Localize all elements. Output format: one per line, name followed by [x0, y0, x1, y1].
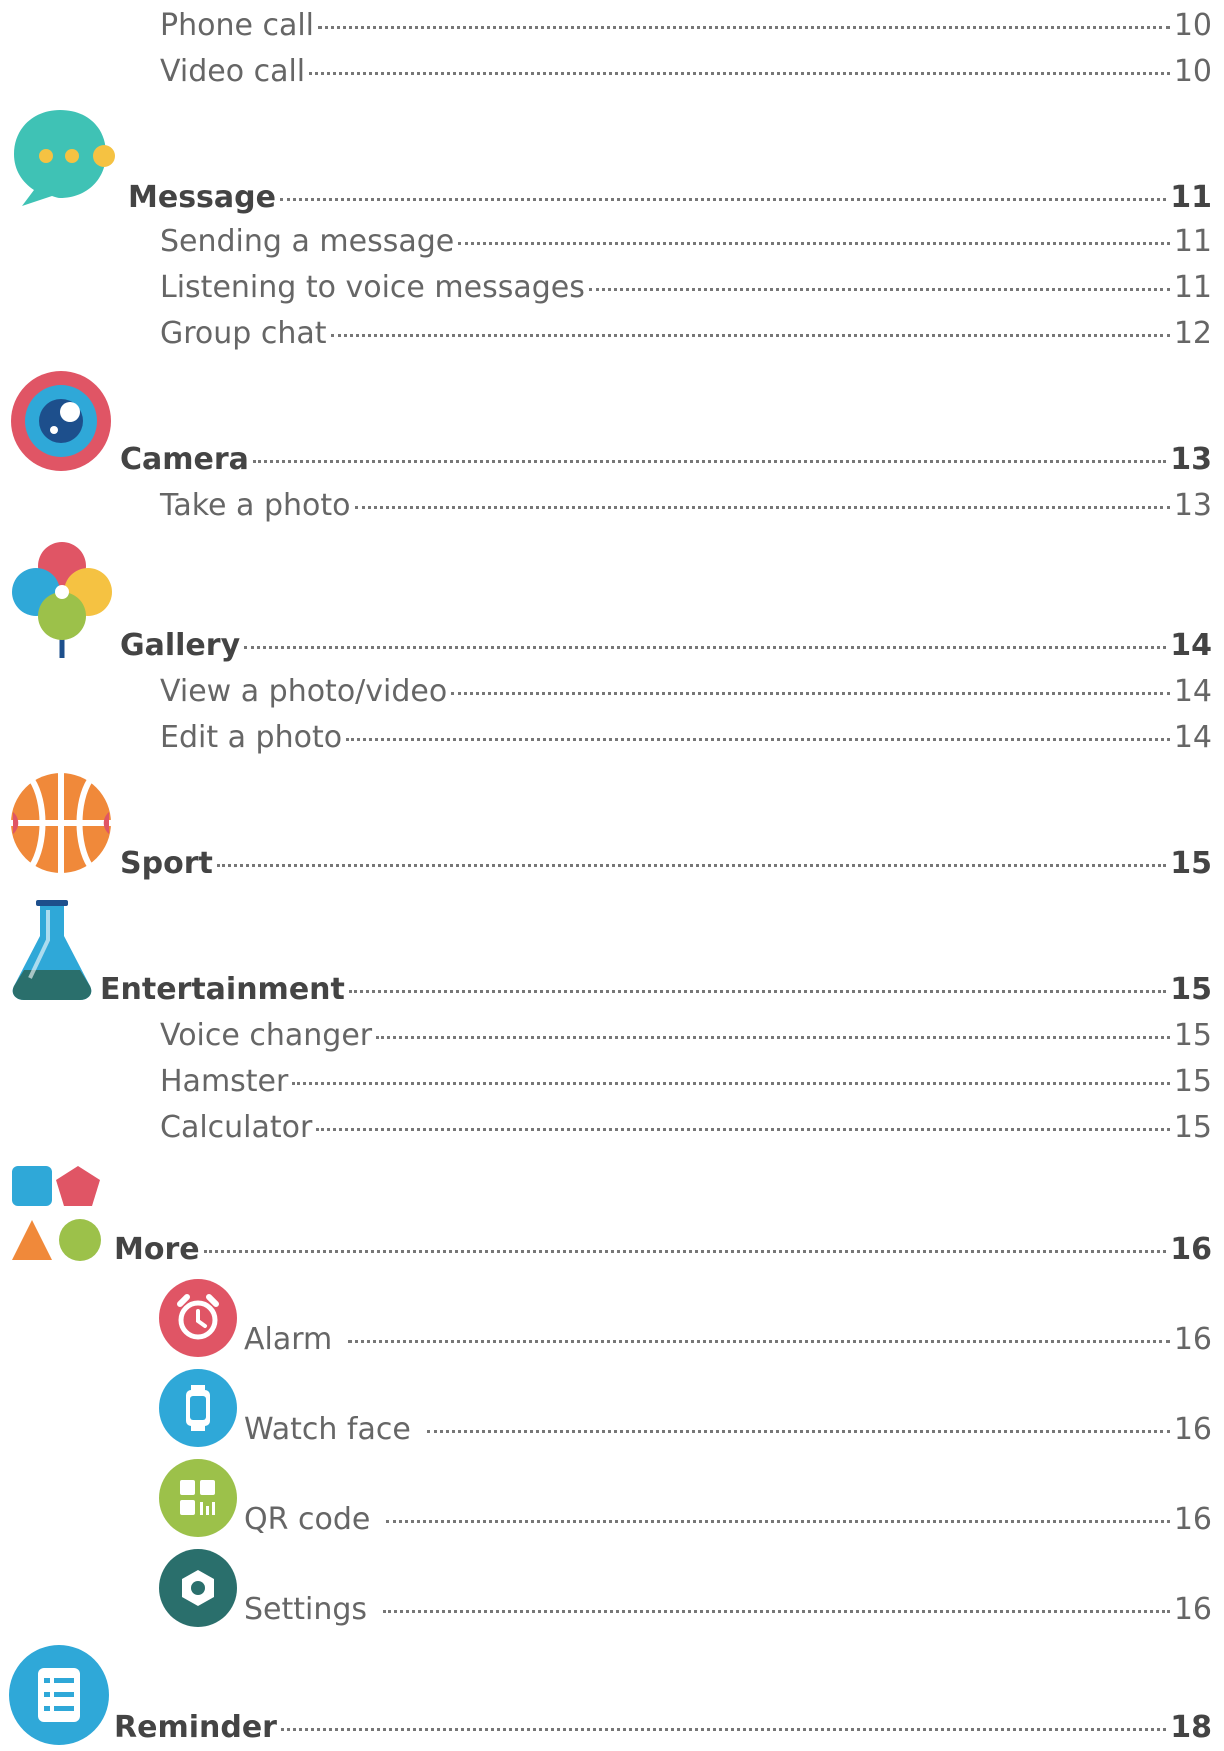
toc-title: Camera: [120, 442, 249, 477]
toc-title: Take a photo: [160, 488, 351, 523]
leader-dots: [330, 334, 1170, 337]
toc-page: 15: [1170, 846, 1212, 881]
toc-page: 16: [1173, 1592, 1212, 1627]
toc-entry-entertainment[interactable]: Entertainment 15: [100, 972, 1212, 1007]
toc-title: Watch face: [244, 1412, 411, 1447]
leader-dots: [216, 864, 1167, 867]
leader-dots: [346, 738, 1170, 741]
toc-page: 14: [1170, 628, 1212, 663]
toc-entry-calculator[interactable]: Calculator 15: [160, 1110, 1212, 1145]
leader-dots: [318, 26, 1170, 29]
leader-dots: [244, 646, 1167, 649]
leader-dots: [280, 1728, 1167, 1731]
toc-entry-qr-code[interactable]: QR code 16: [244, 1502, 1212, 1537]
leader-dots: [309, 72, 1170, 75]
toc-entry-voice-changer[interactable]: Voice changer 15: [160, 1018, 1212, 1053]
toc-title: Gallery: [120, 628, 241, 663]
toc-title: Group chat: [160, 316, 327, 351]
toc-entry-gallery[interactable]: Gallery 14: [120, 628, 1212, 663]
toc-title: Sport: [120, 846, 213, 881]
toc-entry-camera[interactable]: Camera 13: [120, 442, 1212, 477]
toc-entry-sport[interactable]: Sport 15: [120, 846, 1212, 881]
toc-page: 11: [1173, 270, 1212, 305]
leader-dots: [292, 1082, 1170, 1085]
toc-page: 13: [1173, 488, 1212, 523]
toc-title: More: [114, 1232, 200, 1267]
leader-dots: [426, 1430, 1170, 1433]
qr-code-icon: [159, 1459, 237, 1537]
toc-page: 16: [1173, 1322, 1212, 1357]
checklist-icon: [9, 1645, 109, 1745]
toc-entry-message[interactable]: Message 11: [128, 180, 1212, 215]
toc-entry-view-photo-video[interactable]: View a photo/video 14: [160, 674, 1212, 709]
leader-dots: [279, 198, 1167, 201]
toc-title: View a photo/video: [160, 674, 448, 709]
leader-dots: [203, 1250, 1167, 1253]
leader-dots: [588, 288, 1170, 291]
toc-title: Calculator: [160, 1110, 313, 1145]
toc-title: Message: [128, 180, 276, 215]
leader-dots: [451, 692, 1170, 695]
toc-page: 11: [1170, 180, 1212, 215]
toc-entry-video-call[interactable]: Video call 10: [160, 54, 1212, 89]
toc-title: QR code: [244, 1502, 371, 1537]
toc-page: 10: [1173, 54, 1212, 89]
toc-entry-phone-call[interactable]: Phone call 10: [160, 8, 1212, 43]
toc-page: 15: [1170, 972, 1212, 1007]
leader-dots: [348, 1340, 1170, 1343]
toc-page: 16: [1170, 1232, 1212, 1267]
toc-page: 18: [1170, 1710, 1212, 1745]
toc-entry-alarm[interactable]: Alarm 16: [244, 1322, 1212, 1357]
toc-page: 16: [1173, 1412, 1212, 1447]
toc-entry-sending-message[interactable]: Sending a message 11: [160, 224, 1212, 259]
toc-page: 12: [1173, 316, 1212, 351]
toc-page: 11: [1173, 224, 1212, 259]
toc-page: 14: [1173, 720, 1212, 755]
leader-dots: [354, 506, 1170, 509]
leader-dots: [458, 242, 1170, 245]
toc-title: Reminder: [114, 1710, 277, 1745]
basketball-icon: [11, 773, 111, 873]
leader-dots: [316, 1128, 1170, 1131]
flask-icon: [12, 900, 92, 1000]
toc-page: 13: [1170, 442, 1212, 477]
leader-dots: [376, 1036, 1170, 1039]
toc-title: Phone call: [160, 8, 315, 43]
camera-lens-icon: [11, 371, 111, 471]
leader-dots: [383, 1610, 1170, 1613]
leader-dots: [252, 460, 1167, 463]
toc-entry-listening-voice[interactable]: Listening to voice messages 11: [160, 270, 1212, 305]
settings-gear-icon: [159, 1549, 237, 1627]
toc-page: 15: [1173, 1110, 1212, 1145]
toc-title: Voice changer: [160, 1018, 373, 1053]
toc-page: 10: [1173, 8, 1212, 43]
leader-dots: [386, 1520, 1170, 1523]
toc-entry-group-chat[interactable]: Group chat 12: [160, 316, 1212, 351]
toc-title: Alarm: [244, 1322, 333, 1357]
watch-icon: [159, 1369, 237, 1447]
balloons-icon: [12, 542, 112, 658]
toc-title: Entertainment: [100, 972, 345, 1007]
toc-entry-hamster[interactable]: Hamster 15: [160, 1064, 1212, 1099]
shapes-icon: [12, 1166, 101, 1261]
toc-title: Edit a photo: [160, 720, 343, 755]
alarm-clock-icon: [159, 1279, 237, 1357]
toc-entry-edit-photo[interactable]: Edit a photo 14: [160, 720, 1212, 755]
toc-page: 15: [1173, 1064, 1212, 1099]
toc-entry-reminder[interactable]: Reminder 18: [114, 1710, 1212, 1745]
toc-entry-more[interactable]: More 16: [114, 1232, 1212, 1267]
toc-page: 16: [1173, 1502, 1212, 1537]
toc-title: Hamster: [160, 1064, 289, 1099]
toc-page: 15: [1173, 1018, 1212, 1053]
toc-title: Sending a message: [160, 224, 455, 259]
toc-title: Video call: [160, 54, 306, 89]
toc-title: Listening to voice messages: [160, 270, 585, 305]
toc-entry-settings[interactable]: Settings 16: [244, 1592, 1212, 1627]
leader-dots: [348, 990, 1167, 993]
toc-entry-watch-face[interactable]: Watch face 16: [244, 1412, 1212, 1447]
toc-page: 14: [1173, 674, 1212, 709]
chat-bubble-icon: [14, 110, 115, 206]
toc-title: Settings: [244, 1592, 368, 1627]
toc-entry-take-photo[interactable]: Take a photo 13: [160, 488, 1212, 523]
